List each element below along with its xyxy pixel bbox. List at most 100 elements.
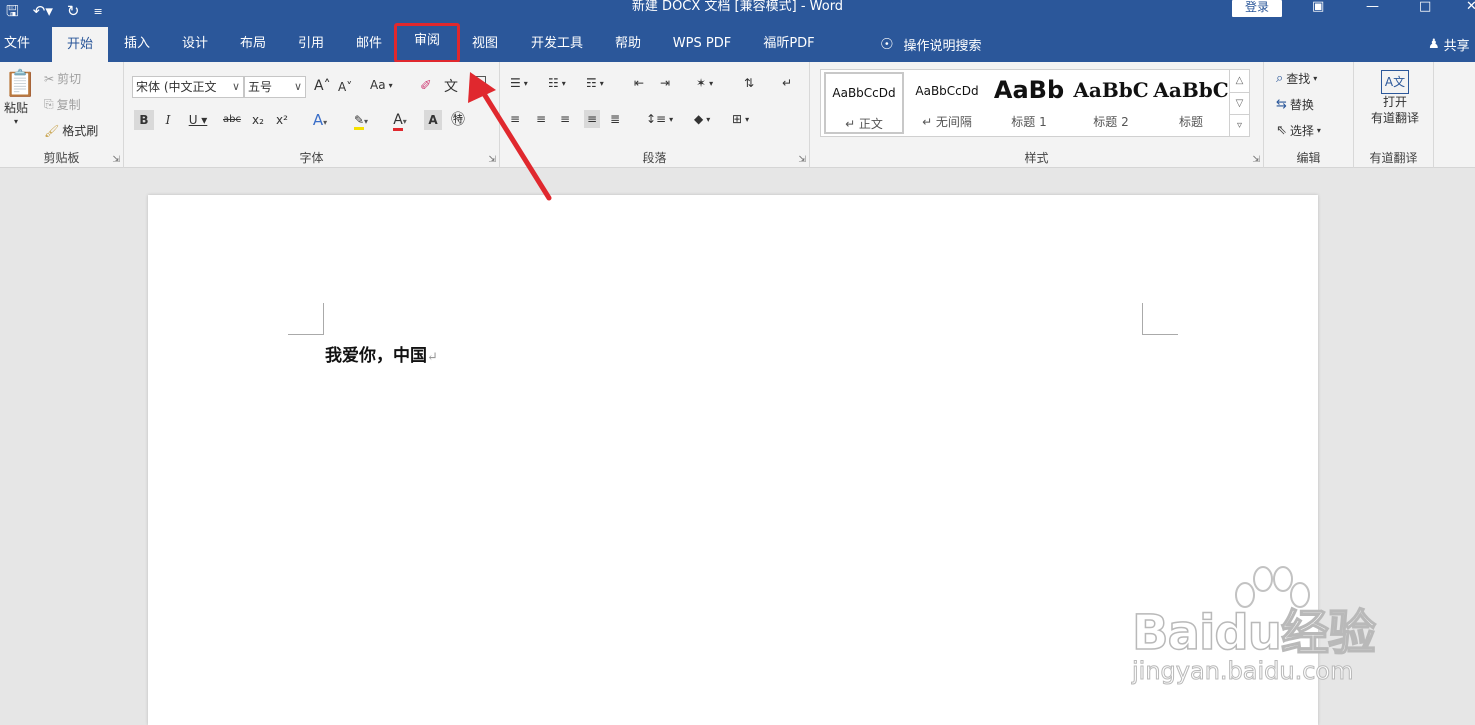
style-no-spacing[interactable]: AaBbCcDd ↵ 无间隔 — [907, 72, 987, 134]
line-spacing-icon[interactable]: ↕≡ ▾ — [646, 112, 673, 126]
cut-button[interactable]: ✂ 剪切 — [44, 70, 81, 87]
crop-mark-top-left — [288, 303, 324, 335]
text-effects-icon[interactable]: A▾ — [306, 110, 334, 130]
borders-icon[interactable]: ⊞ ▾ — [732, 112, 749, 126]
subscript-icon[interactable]: x₂ — [248, 110, 268, 130]
scissors-icon: ✂ — [44, 71, 55, 86]
chevron-down-icon: ▾ — [14, 117, 19, 126]
shading-icon[interactable]: ◆ ▾ — [694, 112, 710, 126]
paragraph-group-label: 段落 — [642, 151, 667, 165]
tab-foxit-pdf[interactable]: 福昕PDF — [754, 26, 824, 62]
style-heading-2[interactable]: AaBbC 标题 2 — [1071, 72, 1151, 134]
clear-formatting-icon[interactable]: ✐ — [420, 78, 432, 94]
align-center-icon[interactable]: ≡ — [536, 112, 546, 126]
document-text[interactable]: 我爱你，中国↵ — [325, 341, 438, 366]
chevron-down-icon[interactable]: ▽ — [1229, 92, 1249, 114]
share-button[interactable]: ♟ 共享 — [1428, 26, 1470, 62]
justify-icon[interactable]: ≡ — [584, 110, 601, 128]
tab-mailings[interactable]: 邮件 — [348, 26, 390, 62]
tab-design[interactable]: 设计 — [174, 26, 216, 62]
phonetic-guide-icon[interactable]: 文 — [444, 76, 458, 96]
watermark-sub-text: jingyan.baidu.com — [1131, 657, 1354, 686]
highlight-color-icon[interactable]: ✎▾ — [344, 110, 378, 130]
style-normal[interactable]: AaBbCcDd ↵ 正文 — [824, 72, 904, 134]
open-youdao-button[interactable]: A文 打开 有道翻译 — [1362, 70, 1428, 126]
font-name-select[interactable]: 宋体 (中文正文 ∨ — [132, 76, 244, 98]
font-size-select[interactable]: 五号 ∨ — [244, 76, 306, 98]
close-icon[interactable]: ✕ — [1466, 0, 1475, 16]
underline-icon[interactable]: U ▾ — [184, 110, 212, 130]
distributed-icon[interactable]: ≣ — [610, 112, 620, 126]
show-marks-icon[interactable]: ↵ — [782, 76, 792, 90]
styles-gallery: AaBbCcDd ↵ 正文 AaBbCcDd ↵ 无间隔 AaBb 标题 1 A… — [820, 69, 1250, 137]
minimize-icon[interactable]: — — [1366, 0, 1379, 16]
style-sample: AaBbCcDd — [915, 84, 979, 98]
numbering-icon[interactable]: ☷ ▾ — [548, 76, 566, 90]
sort-icon[interactable]: ⇅ — [744, 76, 754, 90]
editing-group: ⌕ 查找 ▾ ⇆ 替换 ⇖ 选择 ▾ 编辑 — [1264, 62, 1354, 168]
font-size-value: 五号 — [248, 80, 273, 94]
paragraph-group: ☰ ▾ ☷ ▾ ☶ ▾ ⇤ ⇥ ✶ ▾ ⇅ ↵ ≡ ≡ ≡ ≡ ≣ ↕≡ ▾ ◆ ▾ ⊞ ▾ … — [500, 62, 810, 168]
watermark-main-text: Baidu经验 — [1131, 604, 1376, 662]
tab-file[interactable]: 文件 — [0, 26, 34, 62]
chevron-down-icon: ▾ — [1313, 74, 1318, 83]
enclose-characters-icon[interactable]: A — [470, 76, 486, 94]
chevron-down-icon: ∨ — [293, 80, 302, 93]
youdao-group-label: 有道翻译 — [1369, 151, 1418, 165]
character-shading-icon[interactable]: A — [424, 110, 442, 130]
style-title[interactable]: AaBbC 标题 — [1151, 72, 1231, 134]
bold-icon[interactable]: B — [134, 110, 154, 130]
select-button[interactable]: ⇖ 选择 ▾ — [1276, 122, 1321, 139]
dialog-launcher-icon[interactable]: ⇲ — [1252, 155, 1260, 165]
font-name-value: 宋体 (中文正文 — [136, 80, 217, 94]
tab-review[interactable]: 审阅 — [394, 23, 460, 63]
style-sample: AaBb — [993, 76, 1065, 104]
paste-label: 粘贴 — [4, 101, 29, 115]
format-painter-button[interactable]: 🖌 格式刷 — [44, 122, 98, 139]
tab-view[interactable]: 视图 — [464, 26, 506, 62]
enclosed-character-icon[interactable]: ㊕ — [448, 110, 468, 130]
tab-layout[interactable]: 布局 — [232, 26, 274, 62]
cursor-icon: ⇖ — [1276, 123, 1287, 138]
increase-indent-icon[interactable]: ⇥ — [660, 76, 670, 90]
asian-layout-icon[interactable]: ✶ ▾ — [696, 76, 713, 90]
font-color-icon[interactable]: A▾ — [384, 110, 416, 131]
style-name: ↵ 正文 — [845, 117, 883, 131]
dialog-launcher-icon[interactable]: ⇲ — [112, 155, 120, 165]
shrink-font-icon[interactable]: A˅ — [338, 80, 352, 94]
maximize-icon[interactable]: □ — [1419, 0, 1431, 16]
italic-icon[interactable]: I — [160, 110, 176, 130]
chevron-up-icon[interactable]: △ — [1229, 70, 1249, 92]
align-right-icon[interactable]: ≡ — [560, 112, 570, 126]
copy-icon: ⎘ — [44, 97, 54, 111]
share-label: 共享 — [1443, 38, 1470, 54]
dialog-launcher-icon[interactable]: ⇲ — [488, 155, 496, 165]
multilevel-list-icon[interactable]: ☶ ▾ — [586, 76, 604, 90]
tab-help[interactable]: 帮助 — [606, 26, 650, 62]
open-youdao-label: 打开 — [1382, 95, 1407, 109]
login-button[interactable]: 登录 — [1232, 0, 1282, 17]
decrease-indent-icon[interactable]: ⇤ — [634, 76, 644, 90]
tab-developer[interactable]: 开发工具 — [522, 26, 592, 62]
ribbon-display-options-icon[interactable]: ▣ — [1312, 0, 1324, 16]
bullets-icon[interactable]: ☰ ▾ — [510, 76, 528, 90]
dialog-launcher-icon[interactable]: ⇲ — [798, 155, 806, 165]
paste-button[interactable]: 📋 粘贴 ▾ — [4, 70, 36, 126]
align-left-icon[interactable]: ≡ — [510, 112, 520, 126]
replace-button[interactable]: ⇆ 替换 — [1276, 96, 1314, 113]
find-button[interactable]: ⌕ 查找 ▾ — [1276, 70, 1317, 87]
tab-home[interactable]: 开始 — [52, 27, 108, 62]
more-styles-icon[interactable]: ▿ — [1229, 114, 1249, 136]
grow-font-icon[interactable]: A˄ — [314, 78, 331, 94]
tell-me-search[interactable]: ☉ 操作说明搜索 — [880, 26, 981, 62]
superscript-icon[interactable]: x² — [272, 110, 292, 130]
style-heading-1[interactable]: AaBb 标题 1 — [989, 72, 1069, 134]
strikethrough-icon[interactable]: abc — [220, 110, 244, 130]
person-icon: ♟ — [1428, 36, 1440, 52]
copy-button[interactable]: ⎘ 复制 — [44, 96, 81, 113]
chevron-down-icon: ∨ — [231, 80, 240, 93]
change-case-button[interactable]: Aa ▾ — [370, 78, 393, 92]
tab-references[interactable]: 引用 — [290, 26, 332, 62]
tab-insert[interactable]: 插入 — [116, 26, 158, 62]
tab-wps-pdf[interactable]: WPS PDF — [664, 26, 740, 62]
